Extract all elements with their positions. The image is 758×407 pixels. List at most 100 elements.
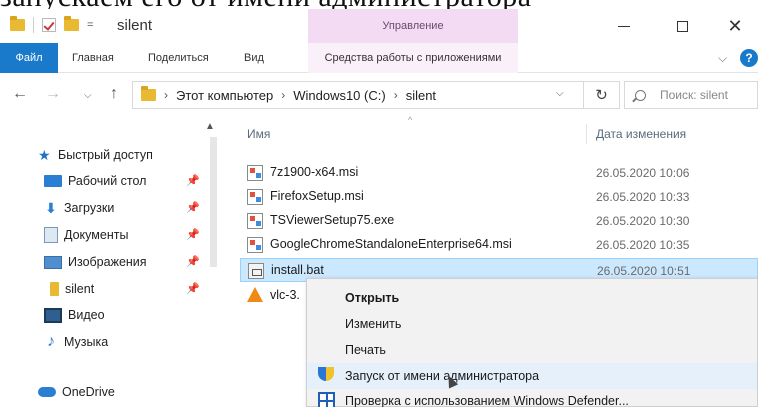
- menu-item-label: Изменить: [345, 317, 402, 331]
- pin-icon[interactable]: 📌: [186, 174, 200, 187]
- menu-item-run-as-admin[interactable]: Запуск от имени администратора: [307, 363, 757, 389]
- breadcrumb-drive[interactable]: Windows10 (C:): [293, 88, 385, 103]
- folder-icon: [50, 282, 59, 296]
- menu-item-defender-scan[interactable]: Проверка с использованием Windows Defend…: [307, 388, 757, 407]
- tab-view[interactable]: Вид: [244, 43, 264, 73]
- vlc-icon: [247, 287, 263, 302]
- sidebar-item-label: silent: [65, 282, 95, 296]
- path-separator: ›: [164, 88, 168, 102]
- folder-icon: [141, 86, 156, 101]
- file-name: TSViewerSetup75.exe: [270, 213, 395, 227]
- menu-item-open[interactable]: Открыть: [307, 285, 757, 311]
- sidebar-item-documents[interactable]: Документы 📌: [44, 222, 216, 248]
- close-button[interactable]: ✕: [712, 9, 758, 43]
- pin-icon[interactable]: 📌: [186, 282, 200, 295]
- sidebar-item-label: Рабочий стол: [68, 174, 147, 188]
- music-icon: ♪: [47, 333, 55, 350]
- file-row[interactable]: TSViewerSetup75.exe 26.05.2020 10:30: [240, 209, 758, 233]
- sidebar-item-label: Изображения: [68, 255, 147, 269]
- msi-icon: [247, 189, 263, 205]
- sidebar-item-video[interactable]: Видео: [44, 302, 105, 328]
- file-date: 26.05.2020 10:33: [596, 190, 690, 204]
- pin-icon[interactable]: 📌: [186, 255, 200, 268]
- shield-icon: [318, 367, 334, 385]
- context-menu: Открыть Изменить Печать Запуск от имени …: [306, 278, 758, 407]
- address-bar[interactable]: › Этот компьютер › Windows10 (C:) › sile…: [132, 81, 584, 109]
- column-header-date[interactable]: Дата изменения: [596, 127, 686, 141]
- quick-access-toolbar: =: [10, 16, 93, 33]
- video-caption: запускаем его от имени администратора: [0, 0, 758, 9]
- tab-application-tools[interactable]: Средства работы с приложениями: [308, 43, 518, 73]
- sidebar-item-silent[interactable]: silent 📌: [50, 276, 216, 302]
- file-date: 26.05.2020 10:30: [596, 214, 690, 228]
- back-button[interactable]: ←: [12, 85, 28, 103]
- folder-icon[interactable]: [10, 16, 25, 31]
- sidebar-item-onedrive[interactable]: OneDrive: [38, 379, 115, 405]
- images-icon: [44, 255, 62, 269]
- menu-item-label: Проверка с использованием Windows Defend…: [345, 394, 629, 407]
- sidebar-item-label: Загрузки: [64, 201, 115, 215]
- breadcrumb-this-pc[interactable]: Этот компьютер: [176, 88, 273, 103]
- address-dropdown-icon[interactable]: ⌵: [556, 88, 564, 99]
- qat-dropdown[interactable]: =: [87, 19, 93, 31]
- bat-icon: [248, 263, 264, 279]
- file-date: 26.05.2020 10:51: [597, 264, 691, 278]
- search-placeholder: Поиск: silent: [660, 88, 728, 102]
- pin-icon[interactable]: 📌: [186, 201, 200, 214]
- file-name: 7z1900-x64.msi: [270, 165, 359, 179]
- menu-item-label: Печать: [345, 343, 386, 357]
- minimize-button[interactable]: [601, 9, 647, 43]
- close-icon: ✕: [727, 16, 743, 36]
- refresh-button[interactable]: ↻: [584, 81, 620, 109]
- column-divider[interactable]: [586, 124, 587, 144]
- sidebar-item-music[interactable]: ♪ Музыка: [44, 329, 108, 355]
- maximize-button[interactable]: [659, 9, 705, 43]
- file-name: vlc-3.: [270, 288, 300, 302]
- ribbon-tabs: Файл Главная Поделиться Вид Средства раб…: [0, 43, 758, 73]
- tab-share[interactable]: Поделиться: [148, 43, 209, 73]
- refresh-icon: ↻: [595, 87, 608, 104]
- sidebar-item-label: Быстрый доступ: [58, 148, 153, 162]
- maximize-icon: [676, 20, 688, 32]
- file-row[interactable]: FirefoxSetup.msi 26.05.2020 10:33: [240, 185, 758, 209]
- file-row[interactable]: vlc-3.: [240, 284, 306, 308]
- path-separator: ›: [281, 88, 286, 102]
- menu-item-print[interactable]: Печать: [307, 337, 757, 363]
- recent-locations-button[interactable]: ⌵: [84, 90, 92, 101]
- up-button[interactable]: ↑: [110, 85, 118, 103]
- menu-item-label: Открыть: [345, 291, 400, 305]
- search-input[interactable]: Поиск: silent: [624, 81, 758, 109]
- cloud-icon: [38, 387, 56, 397]
- file-name: GoogleChromeStandaloneEnterprise64.msi: [270, 237, 512, 251]
- sidebar-item-downloads[interactable]: ⬇ Загрузки 📌: [44, 195, 216, 221]
- sidebar-item-quick-access[interactable]: ★ Быстрый доступ: [38, 142, 153, 168]
- sidebar-item-label: OneDrive: [62, 385, 115, 399]
- file-row[interactable]: GoogleChromeStandaloneEnterprise64.msi 2…: [240, 233, 758, 257]
- path-separator: ›: [393, 88, 398, 102]
- sidebar-item-images[interactable]: Изображения 📌: [44, 249, 216, 275]
- sidebar-item-desktop[interactable]: Рабочий стол 📌: [44, 168, 216, 194]
- breadcrumb-silent[interactable]: silent: [406, 88, 436, 103]
- column-header-name[interactable]: Имя: [247, 127, 270, 141]
- forward-button[interactable]: →: [45, 85, 61, 103]
- menu-item-edit[interactable]: Изменить: [307, 311, 757, 337]
- file-date: 26.05.2020 10:35: [596, 238, 690, 252]
- new-folder-icon[interactable]: [64, 16, 79, 31]
- file-row[interactable]: 7z1900-x64.msi 26.05.2020 10:06: [240, 161, 758, 185]
- caption-text: запускаем его от имени администратора: [0, 0, 532, 9]
- help-icon[interactable]: ?: [740, 49, 758, 67]
- properties-icon[interactable]: [42, 18, 56, 32]
- msi-icon: [247, 165, 263, 181]
- pin-icon[interactable]: 📌: [186, 228, 200, 241]
- tab-home[interactable]: Главная: [72, 43, 114, 73]
- scroll-up-arrow[interactable]: ▲: [205, 121, 215, 132]
- chevron-down-icon[interactable]: ⌵: [718, 51, 727, 66]
- toolbar-divider: [33, 17, 34, 33]
- defender-icon: [318, 392, 335, 407]
- navigation-bar: ← → ⌵ ↑ › Этот компьютер › Windows10 (C:…: [0, 73, 758, 117]
- sort-indicator-icon: ^: [408, 115, 413, 125]
- minimize-icon: [618, 25, 630, 27]
- tab-file[interactable]: Файл: [0, 43, 58, 73]
- desktop-icon: [44, 175, 62, 187]
- star-icon: ★: [38, 146, 51, 163]
